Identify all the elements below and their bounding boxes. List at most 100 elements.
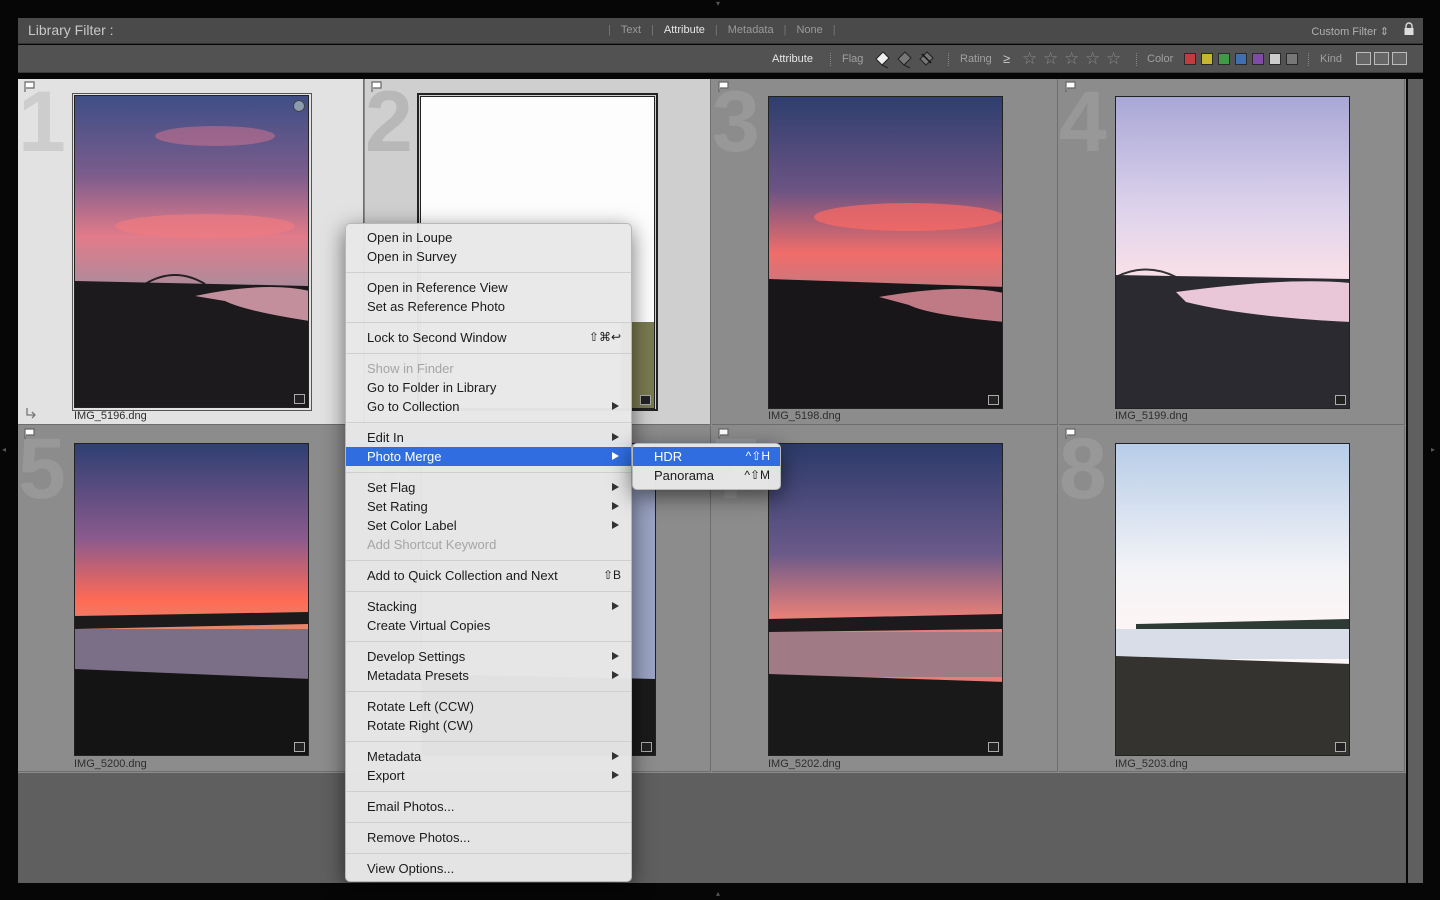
- menu-item-rotate-right[interactable]: Rotate Right (CW): [346, 716, 631, 735]
- submenu-arrow-icon: [612, 652, 619, 660]
- kind-video-icon[interactable]: [1392, 52, 1407, 65]
- menu-item-add-to-quick-collection[interactable]: Add to Quick Collection and Next ⇧B: [346, 566, 631, 585]
- kind-master-icon[interactable]: [1356, 52, 1371, 65]
- menu-item-export[interactable]: Export: [346, 766, 631, 785]
- lightroom-window: ▾ ▴ ◂ ▸ Library Filter : | Text | Attrib…: [0, 0, 1440, 900]
- photo-thumbnail[interactable]: [74, 443, 309, 756]
- menu-item-metadata[interactable]: Metadata: [346, 747, 631, 766]
- rating-operator[interactable]: ≥: [1003, 51, 1010, 66]
- menu-item-set-color-label[interactable]: Set Color Label: [346, 516, 631, 535]
- custom-filter-dropdown[interactable]: Custom Filter ⇕: [1311, 25, 1389, 38]
- menu-item-photo-merge[interactable]: Photo Merge: [346, 447, 631, 466]
- metadata-badge-icon: [641, 742, 652, 752]
- color-swatch-yellow[interactable]: [1201, 53, 1213, 65]
- menu-item-create-virtual-copies[interactable]: Create Virtual Copies: [346, 616, 631, 635]
- menu-item-develop-settings[interactable]: Develop Settings: [346, 647, 631, 666]
- color-swatch-none[interactable]: [1286, 53, 1298, 65]
- flag-filter-icons[interactable]: [872, 49, 938, 69]
- photo-merge-submenu: HDR ^⇧H Panorama ^⇧M: [632, 443, 781, 490]
- shortcut-label: ⇧B: [602, 568, 621, 582]
- menu-item-open-in-survey[interactable]: Open in Survey: [346, 247, 631, 266]
- menu-item-set-as-reference-photo[interactable]: Set as Reference Photo: [346, 297, 631, 316]
- menu-separator: [346, 822, 631, 823]
- rating-star-3-icon[interactable]: ☆: [1064, 49, 1079, 69]
- flag-icon[interactable]: [371, 81, 383, 93]
- flag-icon[interactable]: [24, 81, 36, 93]
- photo-thumbnail[interactable]: [1115, 443, 1350, 756]
- rating-star-4-icon[interactable]: ☆: [1085, 49, 1100, 69]
- quick-collection-target-icon[interactable]: [293, 100, 305, 112]
- filename-label: IMG_5202.dng: [768, 758, 841, 770]
- menu-item-go-to-collection[interactable]: Go to Collection: [346, 397, 631, 416]
- menu-item-edit-in[interactable]: Edit In: [346, 428, 631, 447]
- flagged-filter-icon[interactable]: [875, 51, 890, 69]
- kind-virtual-copy-icon[interactable]: [1374, 52, 1389, 65]
- menu-item-email-photos[interactable]: Email Photos...: [346, 797, 631, 816]
- tab-text[interactable]: Text: [611, 24, 651, 36]
- unflagged-filter-icon[interactable]: [897, 51, 912, 69]
- menu-item-set-flag[interactable]: Set Flag: [346, 478, 631, 497]
- submenu-arrow-icon: [612, 671, 619, 679]
- flag-icon[interactable]: [24, 428, 36, 440]
- sunset-river-image: [769, 97, 1002, 408]
- metadata-badge-icon: [294, 394, 305, 404]
- right-panel-toggle-icon[interactable]: ▸: [1431, 446, 1435, 454]
- color-swatch-red[interactable]: [1184, 53, 1196, 65]
- grid-scrollbar[interactable]: [1408, 79, 1423, 883]
- menu-separator: [346, 272, 631, 273]
- flag-label: Flag: [842, 53, 864, 65]
- filename-label: IMG_5198.dng: [768, 410, 841, 422]
- photo-thumbnail[interactable]: [1115, 96, 1350, 409]
- tab-attribute[interactable]: Attribute: [654, 24, 715, 36]
- color-swatch-custom[interactable]: [1269, 53, 1281, 65]
- tab-none[interactable]: None: [786, 24, 832, 36]
- rotate-icon[interactable]: [24, 405, 38, 419]
- menu-item-stacking[interactable]: Stacking: [346, 597, 631, 616]
- menu-item-panorama[interactable]: Panorama ^⇧M: [633, 466, 780, 485]
- menu-item-hdr[interactable]: HDR ^⇧H: [633, 447, 780, 466]
- menu-separator: [346, 422, 631, 423]
- rating-star-1-icon[interactable]: ☆: [1022, 49, 1037, 69]
- rejected-filter-icon[interactable]: [919, 51, 934, 66]
- flag-icon[interactable]: [1065, 81, 1077, 93]
- menu-item-set-rating[interactable]: Set Rating: [346, 497, 631, 516]
- menu-separator: [346, 791, 631, 792]
- menu-item-open-in-loupe[interactable]: Open in Loupe: [346, 228, 631, 247]
- grid-cell[interactable]: 8 IMG_5203.dng: [1059, 426, 1405, 772]
- color-swatch-blue[interactable]: [1235, 53, 1247, 65]
- menu-item-metadata-presets[interactable]: Metadata Presets: [346, 666, 631, 685]
- grid-cell[interactable]: 3 IMG_5198.dng: [712, 79, 1058, 425]
- grid-cell[interactable]: 5 IMG_5200.dng: [18, 426, 364, 772]
- metadata-badge-icon: [294, 742, 305, 752]
- rating-star-2-icon[interactable]: ☆: [1043, 49, 1058, 69]
- color-swatch-purple[interactable]: [1252, 53, 1264, 65]
- submenu-arrow-icon: [612, 402, 619, 410]
- bottom-panel-toggle-icon[interactable]: ▴: [716, 890, 720, 898]
- color-swatch-green[interactable]: [1218, 53, 1230, 65]
- flag-icon[interactable]: [718, 81, 730, 93]
- menu-separator: [346, 853, 631, 854]
- grid-cell[interactable]: 1 IMG_5196.dng: [18, 79, 364, 425]
- rating-star-5-icon[interactable]: ☆: [1106, 49, 1121, 69]
- menu-item-rotate-left[interactable]: Rotate Left (CCW): [346, 697, 631, 716]
- top-panel-toggle-icon[interactable]: ▾: [716, 0, 720, 8]
- library-filter-bar: Library Filter : | Text | Attribute | Me…: [18, 18, 1423, 44]
- menu-item-open-in-reference-view[interactable]: Open in Reference View: [346, 278, 631, 297]
- photo-thumbnail[interactable]: [768, 96, 1003, 409]
- grid-cell[interactable]: 4 IMG_5199.dng: [1059, 79, 1405, 425]
- photo-thumbnail[interactable]: [768, 443, 1003, 756]
- photo-thumbnail[interactable]: [74, 95, 309, 408]
- menu-separator: [346, 641, 631, 642]
- menu-item-lock-to-second-window[interactable]: Lock to Second Window ⇧⌘↩: [346, 328, 631, 347]
- tab-metadata[interactable]: Metadata: [718, 24, 784, 36]
- flag-icon[interactable]: [1065, 428, 1077, 440]
- filename-label: IMG_5200.dng: [74, 758, 147, 770]
- menu-item-go-to-folder[interactable]: Go to Folder in Library: [346, 378, 631, 397]
- thumbnail-grid: 1 IMG_5196.dng 2 3 IMG_5198.dng 4 IMG_51…: [18, 79, 1406, 773]
- menu-item-remove-photos[interactable]: Remove Photos...: [346, 828, 631, 847]
- left-panel-toggle-icon[interactable]: ◂: [2, 446, 6, 454]
- flag-icon[interactable]: [718, 428, 730, 440]
- lock-icon[interactable]: [1403, 22, 1415, 36]
- menu-item-view-options[interactable]: View Options...: [346, 859, 631, 878]
- bright-river-bridge-image: [1116, 97, 1349, 408]
